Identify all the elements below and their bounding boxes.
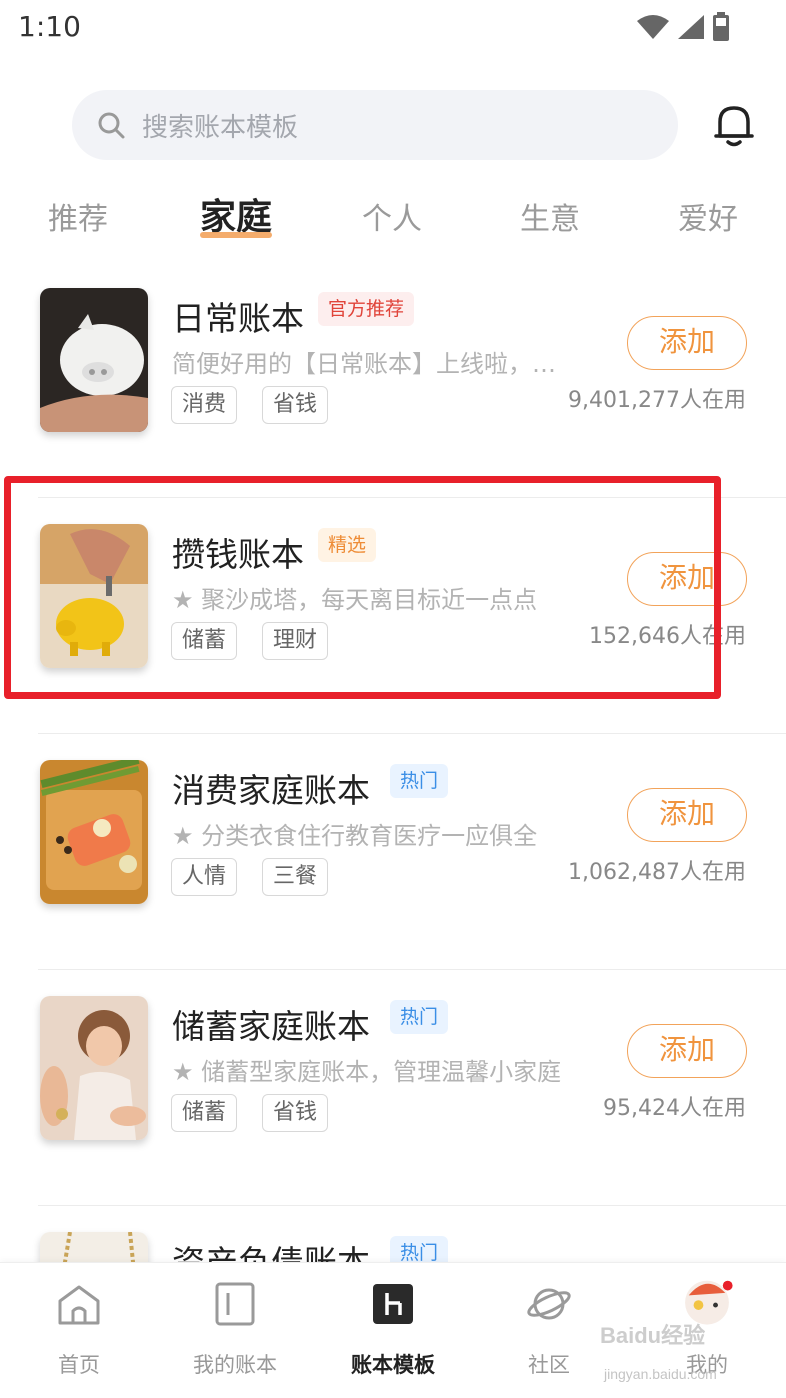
tag: 理财 — [262, 622, 329, 660]
book-icon — [215, 1282, 255, 1326]
nav-templates[interactable]: 账本模板 — [318, 1281, 468, 1379]
wifi-icon — [637, 15, 669, 39]
status-icons — [636, 12, 730, 42]
user-count: 95,424人在用 — [603, 1096, 746, 1121]
watermark: Baidu经验 — [600, 1323, 706, 1348]
add-button[interactable]: 添加 — [627, 316, 747, 370]
badge-official: 官方推荐 — [318, 292, 415, 326]
tag: 省钱 — [262, 1094, 329, 1132]
nav-label: 社区 — [528, 1353, 570, 1377]
add-button[interactable]: 添加 — [627, 552, 747, 606]
nav-home[interactable]: 首页 — [4, 1281, 154, 1379]
planet-icon — [527, 1288, 571, 1320]
badge-hot: 热门 — [390, 764, 449, 798]
user-count: 152,646人在用 — [589, 624, 746, 649]
search-icon — [98, 112, 125, 139]
tab-personal[interactable]: 个人 — [332, 194, 452, 238]
add-button[interactable]: 添加 — [627, 788, 747, 842]
item-title: 消费家庭账本 — [172, 771, 370, 810]
tag: 储蓄 — [171, 622, 238, 660]
nav-my-books[interactable]: 我的账本 — [160, 1281, 310, 1379]
tab-hobby[interactable]: 爱好 — [648, 194, 768, 238]
tag: 人情 — [171, 858, 238, 896]
add-button[interactable]: 添加 — [627, 1024, 747, 1078]
list-item[interactable]: 消费家庭账本 热门 ★ 分类衣食住行教育医疗一应俱全 人情 三餐 添加 1,06… — [0, 734, 786, 970]
tag: 消费 — [171, 386, 238, 424]
thumbnail-piggy-gold — [40, 524, 148, 668]
user-count: 9,401,277人在用 — [568, 388, 746, 413]
tag: 储蓄 — [171, 1094, 238, 1132]
status-bar: 1:10 — [0, 0, 786, 56]
nav-label: 首页 — [58, 1353, 100, 1377]
item-description: 简便好用的【日常账本】上线啦，快来添加体验吧 — [172, 350, 567, 378]
item-title: 攒钱账本 — [172, 535, 304, 574]
bell-icon[interactable] — [712, 100, 756, 148]
list-item[interactable]: 日常账本 官方推荐 简便好用的【日常账本】上线啦，快来添加体验吧 消费 省钱 添… — [0, 262, 786, 498]
template-icon — [373, 1284, 413, 1324]
signal-icon — [678, 15, 704, 39]
status-time: 1:10 — [18, 10, 81, 43]
tag: 省钱 — [262, 386, 329, 424]
search-input[interactable]: 搜索账本模板 — [72, 90, 678, 160]
user-count: 1,062,487人在用 — [568, 860, 746, 885]
tab-recommend[interactable]: 推荐 — [18, 194, 138, 238]
tab-business[interactable]: 生意 — [490, 194, 610, 238]
badge-selected: 精选 — [318, 528, 377, 562]
search-placeholder: 搜索账本模板 — [142, 112, 299, 143]
badge-hot: 热门 — [390, 1000, 449, 1034]
tag: 三餐 — [262, 858, 329, 896]
home-icon — [58, 1285, 100, 1325]
tab-family[interactable]: 家庭 — [176, 188, 296, 240]
category-tabs: 推荐 家庭 个人 生意 爱好 — [0, 184, 786, 254]
list-item[interactable]: 储蓄家庭账本 热门 ★ 储蓄型家庭账本，管理温馨小家庭 储蓄 省钱 添加 95,… — [0, 970, 786, 1206]
item-title: 储蓄家庭账本 — [172, 1007, 370, 1046]
watermark-url: jingyan.baidu.com — [604, 1366, 717, 1382]
thumbnail-family — [40, 996, 148, 1140]
nav-label: 我的账本 — [193, 1353, 277, 1377]
battery-icon — [713, 12, 729, 41]
item-description: ★ 分类衣食住行教育医疗一应俱全 — [172, 822, 538, 850]
thumbnail-piggy-white — [40, 288, 148, 432]
nav-label: 账本模板 — [351, 1353, 435, 1377]
item-description: ★ 聚沙成塔，每天离目标近一点点 — [172, 586, 538, 614]
item-title: 日常账本 — [172, 299, 304, 338]
list-item[interactable]: 攒钱账本 精选 ★ 聚沙成塔，每天离目标近一点点 储蓄 理财 添加 152,64… — [0, 498, 786, 734]
thumbnail-salmon — [40, 760, 148, 904]
item-description: ★ 储蓄型家庭账本，管理温馨小家庭 — [172, 1058, 562, 1086]
tab-active-indicator — [200, 232, 272, 238]
